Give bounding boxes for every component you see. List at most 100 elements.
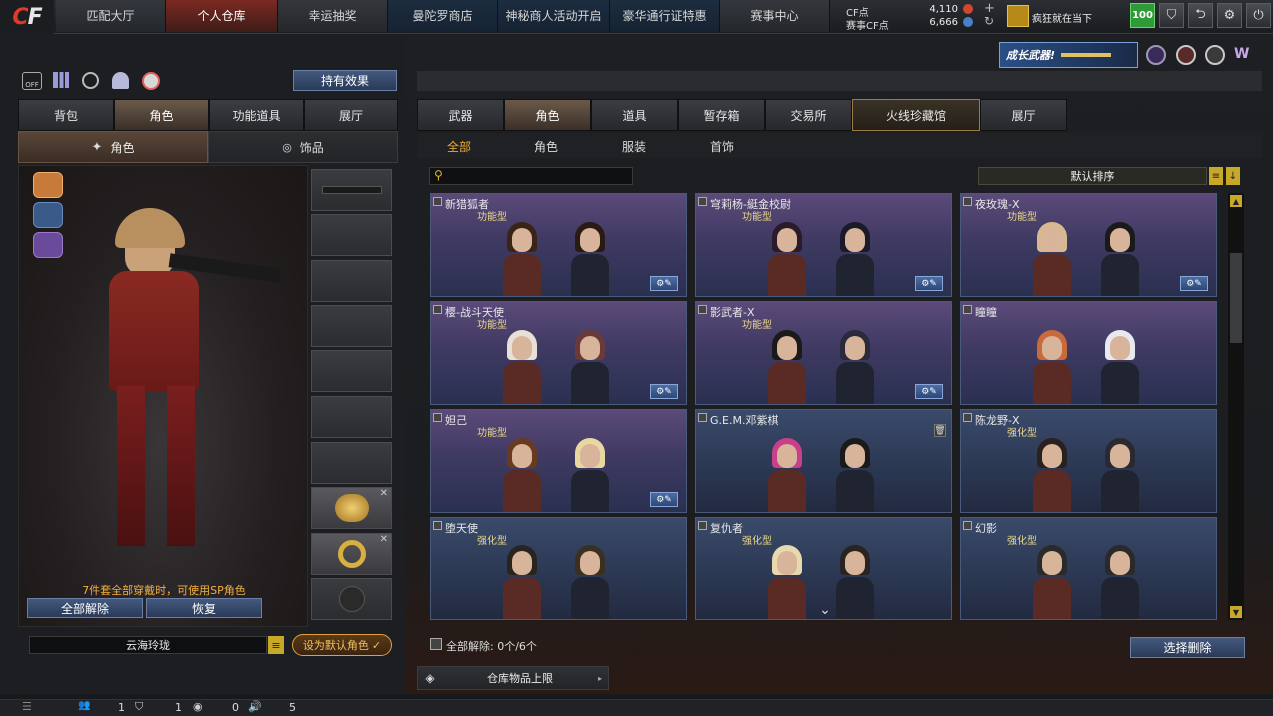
select-delete-button[interactable]: 选择删除 [1130, 637, 1245, 658]
tab-battle-pass[interactable]: 豪华通行证特惠 [610, 0, 720, 32]
character-card[interactable]: 妲己 功能型 ⚙✎ [430, 409, 687, 513]
filter-jewelry[interactable]: 首饰 [693, 134, 751, 158]
mouse-icon[interactable] [142, 72, 160, 90]
level-badge[interactable]: 100 [1130, 3, 1155, 28]
character-portrait [1029, 539, 1075, 619]
character-card[interactable]: 瞳瞳 [960, 301, 1217, 405]
cf-logo[interactable]: CF [0, 0, 54, 34]
tab-mandala-shop[interactable]: 曼陀罗商店 [388, 0, 498, 32]
character-card[interactable]: 新猎狐者 功能型 ⚙✎ [430, 193, 687, 297]
card-name: G.E.M.邓紫棋 [710, 414, 779, 427]
character-preview[interactable]: 7件套全部穿戴时，可使用SP角色 [18, 165, 308, 627]
top-navigation-bar: CF 匹配大厅 个人仓库 幸运抽奖 曼陀罗商店 神秘商人活动开启 豪华通行证特惠… [0, 0, 1273, 34]
sort-dropdown[interactable]: 默认排序 [978, 167, 1207, 185]
character-card[interactable]: 影武者-X 功能型 ⚙✎ [695, 301, 952, 405]
character-card[interactable]: 堕天使 强化型 [430, 517, 687, 620]
character-card[interactable]: 夜玫瑰-X 功能型 ⚙✎ [960, 193, 1217, 297]
stats-icon[interactable] [53, 72, 69, 88]
tab-weapons[interactable]: 武器 [417, 99, 504, 131]
customize-icon[interactable]: ⚙✎ [915, 384, 943, 399]
tab-character[interactable]: 角色 [114, 99, 209, 131]
tab-match-lobby[interactable]: 匹配大厅 [56, 0, 166, 32]
scroll-thumb[interactable] [1230, 253, 1242, 343]
scroll-down-icon[interactable]: ▼ [1230, 606, 1242, 618]
character-left-leg [117, 386, 145, 546]
badge-v-icon[interactable] [1146, 45, 1166, 65]
tab-event-center[interactable]: 赛事中心 [720, 0, 830, 32]
tab-items[interactable]: 道具 [591, 99, 678, 131]
water-faction-icon[interactable] [33, 202, 63, 228]
tab-showroom[interactable]: 展厅 [304, 99, 398, 131]
wrench-badge-icon[interactable] [1205, 45, 1225, 65]
warehouse-limit-bar[interactable]: ◈ 仓库物品上限 ▸ [417, 666, 609, 690]
tab-function-items[interactable]: 功能道具 [209, 99, 304, 131]
sort-menu-icon[interactable]: ≡ [1209, 167, 1223, 185]
search-input[interactable]: ⚲ [429, 167, 633, 185]
slot-pants[interactable] [311, 442, 392, 484]
list-menu-icon[interactable]: ≡ [268, 636, 284, 654]
scroll-more-chevron-icon[interactable]: ⌄ [814, 602, 836, 618]
history-icon[interactable] [82, 72, 99, 89]
tab-characters[interactable]: 角色 [504, 99, 591, 131]
rank-badge-icon[interactable] [1007, 5, 1029, 27]
subtab-character[interactable]: ✦ 角色 [18, 131, 208, 163]
character-card[interactable]: 穹莉杨-綎金校尉 功能型 ⚙✎ [695, 193, 952, 297]
shield-icon[interactable]: ⛉ [1159, 3, 1184, 28]
tab-gallery[interactable]: 展厅 [980, 99, 1067, 131]
slot-necklace[interactable]: ✕ [311, 487, 392, 529]
customize-icon[interactable]: ⚙✎ [650, 492, 678, 507]
slot-helmet[interactable] [311, 214, 392, 256]
grid-scrollbar[interactable]: ▲ ▼ [1228, 193, 1244, 620]
unequip-all-button[interactable]: 全部解除 [27, 598, 143, 618]
character-card[interactable]: 幻影 强化型 [960, 517, 1217, 620]
vip-icon[interactable]: W [1234, 46, 1254, 64]
customize-icon[interactable]: ⚙✎ [1180, 276, 1208, 291]
tab-mystery-merchant[interactable]: 神秘商人活动开启 [498, 0, 610, 32]
filter-all[interactable]: 全部 [430, 134, 488, 158]
customize-icon[interactable]: ⚙✎ [650, 276, 678, 291]
character-card[interactable]: 陈龙野-X 强化型 [960, 409, 1217, 513]
tab-backpack[interactable]: 背包 [18, 99, 114, 131]
character-icon[interactable] [112, 72, 129, 89]
menu-icon[interactable]: ☰ [22, 700, 32, 713]
warehouse-limit-label: 仓库物品上限 [487, 672, 553, 685]
subtab-accessory[interactable]: ◎ 饰品 [208, 131, 398, 163]
remove-ring-icon[interactable]: ✕ [380, 534, 388, 545]
restore-button[interactable]: 恢复 [146, 598, 262, 618]
slot-ring[interactable]: ✕ [311, 533, 392, 575]
slot-mask[interactable] [311, 305, 392, 347]
character-portrait [764, 216, 810, 296]
slot-bracelet[interactable] [311, 578, 392, 620]
character-card[interactable]: 樱-战斗天使 功能型 ⚙✎ [430, 301, 687, 405]
off-toggle-icon[interactable]: OFF [22, 72, 42, 90]
tab-exchange[interactable]: 交易所 [765, 99, 852, 131]
volume-icon[interactable]: 🔊 [248, 700, 262, 713]
slot-weapon[interactable] [311, 169, 392, 211]
filter-clothing[interactable]: 服装 [605, 134, 663, 158]
crosshair-icon[interactable] [1176, 45, 1196, 65]
set-default-character-button[interactable]: 设为默认角色 ✓ [292, 634, 392, 656]
character-card[interactable]: G.E.M.邓紫棋 🗑 [695, 409, 952, 513]
scroll-up-icon[interactable]: ▲ [1230, 195, 1242, 207]
wind-faction-icon[interactable] [33, 232, 63, 258]
tab-lucky-draw[interactable]: 幸运抽奖 [278, 0, 388, 32]
growth-weapon-banner[interactable]: 成长武器! [999, 42, 1138, 68]
slot-glasses[interactable] [311, 260, 392, 302]
back-icon[interactable]: ⮌ [1188, 3, 1213, 28]
slot-vest[interactable] [311, 396, 392, 438]
filter-character[interactable]: 角色 [517, 134, 575, 158]
refresh-icon[interactable]: ↻ [984, 14, 994, 28]
remove-necklace-icon[interactable]: ✕ [380, 488, 388, 499]
tab-storage-box[interactable]: 暂存箱 [678, 99, 765, 131]
customize-icon[interactable]: ⚙✎ [650, 384, 678, 399]
tab-personal-warehouse[interactable]: 个人仓库 [166, 0, 278, 32]
held-effects-button[interactable]: 持有效果 [293, 70, 397, 91]
sort-direction-icon[interactable]: ↓ [1226, 167, 1240, 185]
slot-top[interactable] [311, 350, 392, 392]
power-icon[interactable]: ⏻ [1246, 3, 1271, 28]
gear-icon[interactable]: ⚙ [1217, 3, 1242, 28]
tab-collection-hall[interactable]: 火线珍藏馆 [852, 99, 980, 131]
trash-icon[interactable]: 🗑 [934, 424, 946, 437]
customize-icon[interactable]: ⚙✎ [915, 276, 943, 291]
fire-faction-icon[interactable] [33, 172, 63, 198]
